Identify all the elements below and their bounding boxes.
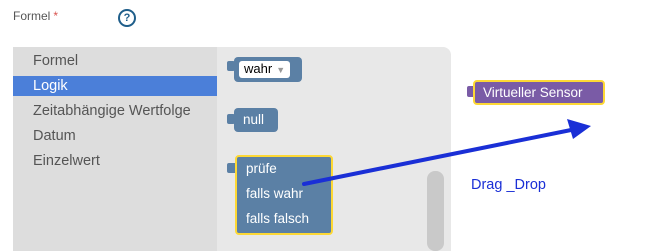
chevron-down-icon: ▼ xyxy=(276,65,286,75)
if-true-label: falls wahr xyxy=(246,186,304,201)
check-label: prüfe xyxy=(246,161,277,176)
category-formel[interactable]: Formel xyxy=(13,51,217,71)
virtual-sensor-block[interactable]: Virtueller Sensor xyxy=(473,80,605,105)
ternary-block[interactable]: prüfe falls wahr falls falsch xyxy=(235,155,333,235)
drag-drop-annotation: Drag _Drop xyxy=(471,177,546,193)
toolbox: Formel Logik Zeitabhängige Wertfolge Dat… xyxy=(13,47,217,251)
bool-value: wahr xyxy=(244,61,273,76)
category-zeitabhaengige-wertfolge[interactable]: Zeitabhängige Wertfolge xyxy=(13,101,217,121)
sensor-label: Virtueller Sensor xyxy=(483,85,583,100)
category-einzelwert[interactable]: Einzelwert xyxy=(13,151,217,171)
formula-label-text: Formel xyxy=(13,9,51,23)
null-block[interactable]: null xyxy=(234,108,278,132)
formula-field-label: Formel * xyxy=(13,9,58,23)
if-false-label: falls falsch xyxy=(246,211,310,226)
bool-block[interactable]: wahr ▼ xyxy=(234,57,302,82)
category-label: Formel xyxy=(33,53,79,69)
bool-dropdown[interactable]: wahr ▼ xyxy=(239,61,291,78)
help-icon[interactable]: ? xyxy=(118,9,136,27)
required-marker: * xyxy=(53,9,59,23)
category-label: Datum xyxy=(33,128,76,144)
category-label: Zeitabhängige Wertfolge xyxy=(33,103,191,119)
category-label: Einzelwert xyxy=(33,153,100,169)
blockly-workspace[interactable]: Formel Logik Zeitabhängige Wertfolge Dat… xyxy=(13,47,669,251)
category-datum[interactable]: Datum xyxy=(13,126,217,146)
category-logik[interactable]: Logik xyxy=(13,76,217,96)
null-label: null xyxy=(243,112,265,127)
flyout-scrollbar[interactable] xyxy=(427,171,444,251)
category-label: Logik xyxy=(33,78,68,94)
